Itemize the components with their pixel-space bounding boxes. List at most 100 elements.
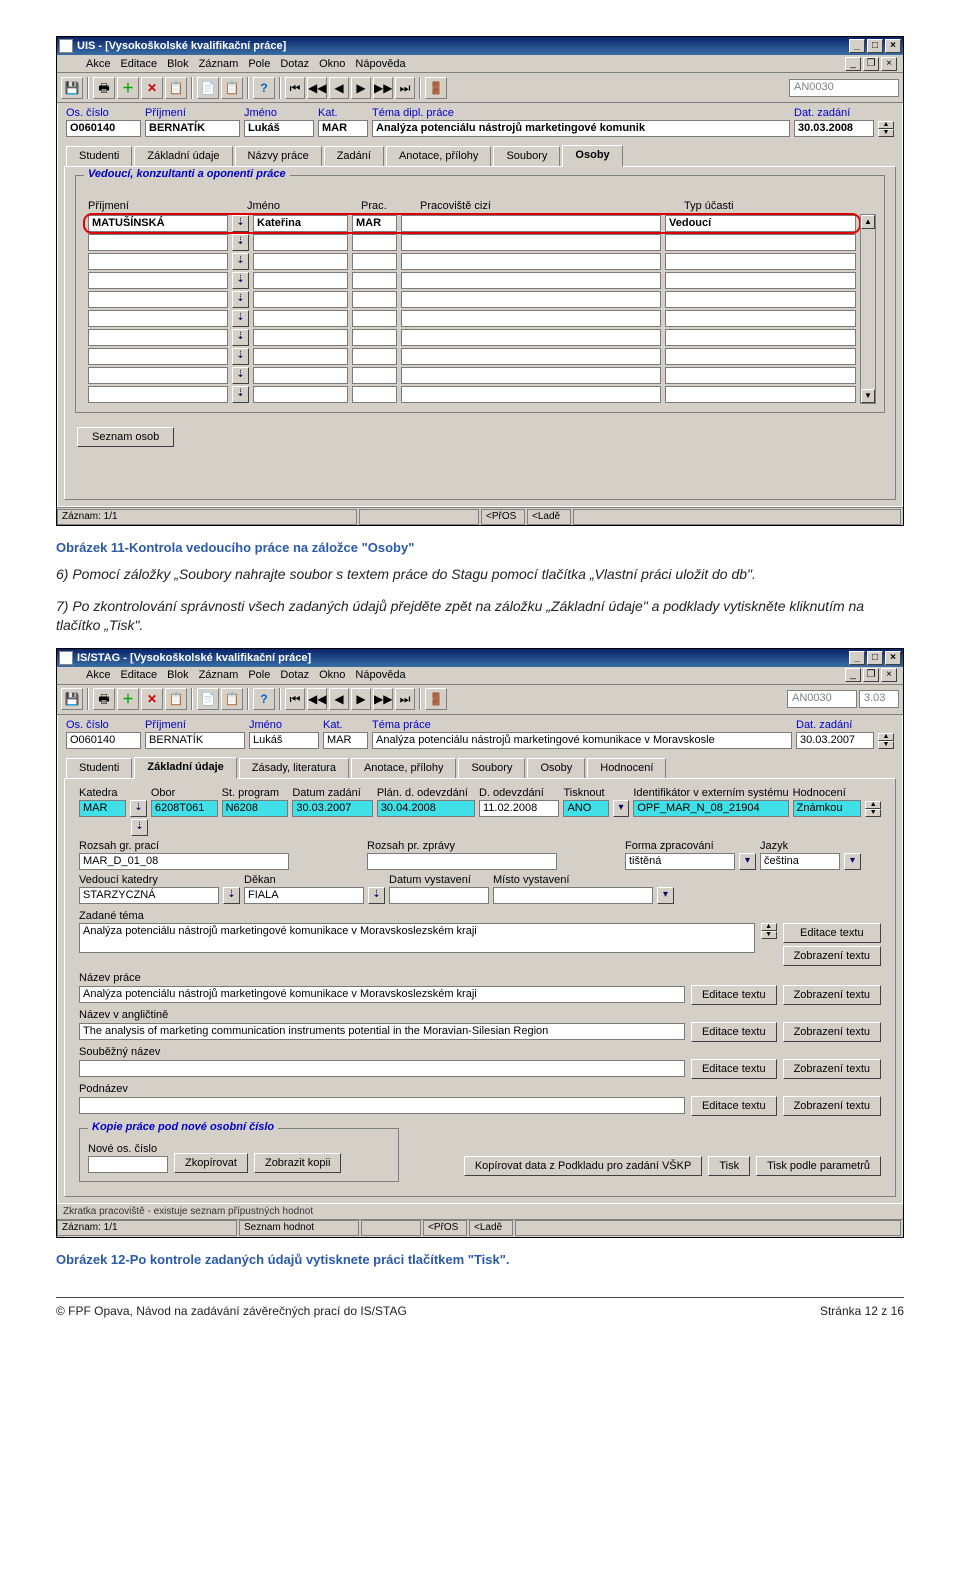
tool-icon[interactable]: 📋 [221, 77, 243, 99]
edit-nazev-en-button[interactable]: Editace textu [691, 1022, 777, 1042]
kopirovat-data-button[interactable]: Kopírovat data z Podkladu pro zadání VŠK… [464, 1156, 702, 1176]
save-icon[interactable]: 💾 [61, 688, 83, 710]
row1-spinner[interactable]: ▲▼ [865, 801, 881, 817]
field-prijmeni[interactable]: BERNATÍK [145, 732, 245, 749]
menu-pole[interactable]: Pole [248, 58, 270, 70]
edit-zadane-button[interactable]: Editace textu [783, 923, 881, 943]
next-icon[interactable]: ▶ [351, 688, 371, 710]
edit-soub-button[interactable]: Editace textu [691, 1059, 777, 1079]
list-icon[interactable]: 📄 [197, 688, 219, 710]
mdi-close[interactable]: × [881, 57, 897, 71]
last-icon[interactable]: ⏭ [395, 77, 415, 99]
lov-icon[interactable]: ⇣ [232, 234, 249, 251]
menu-zaznam[interactable]: Záznam [199, 669, 239, 681]
next-page-icon[interactable]: ▶▶ [373, 77, 393, 99]
cell-typ[interactable]: Vedoucí [665, 215, 856, 232]
lov-vk-icon[interactable]: ⇣ [223, 887, 240, 904]
field-rozsah-gr[interactable]: MAR_D_01_08 [79, 853, 289, 870]
tab-zadani[interactable]: Zadání [324, 146, 384, 166]
menu-blok[interactable]: Blok [167, 58, 188, 70]
exit-icon[interactable]: 🚪 [425, 77, 447, 99]
grid-row-empty[interactable]: ⇣ [84, 252, 860, 271]
prev-page-icon[interactable]: ◀◀ [307, 688, 327, 710]
cell-jmeno[interactable]: Kateřina [253, 215, 348, 232]
edit-nazev-button[interactable]: Editace textu [691, 985, 777, 1005]
field-tema[interactable]: Analýza potenciálu nástrojů marketingové… [372, 732, 792, 749]
menu-napoveda[interactable]: Nápověda [355, 58, 405, 70]
menu-editace[interactable]: Editace [120, 58, 157, 70]
help-icon[interactable]: ? [253, 77, 275, 99]
grid-row-empty[interactable]: ⇣ [84, 366, 860, 385]
mdi-restore[interactable]: ❐ [863, 57, 879, 71]
field-dat[interactable]: 30.03.2007 [796, 732, 874, 749]
field-forma[interactable]: tištěná [625, 853, 735, 870]
field-mv[interactable] [493, 887, 653, 904]
field-jmeno[interactable]: Lukáš [244, 120, 314, 137]
copy-icon[interactable]: 📋 [165, 688, 187, 710]
field-ident[interactable]: OPF_MAR_N_08_21904 [633, 800, 788, 817]
mdi-minimize[interactable]: _ [845, 668, 861, 682]
menu-editace[interactable]: Editace [120, 669, 157, 681]
lov-tisknout-icon[interactable]: ▾ [613, 800, 630, 817]
tab-nazvy[interactable]: Názvy práce [235, 146, 322, 166]
tab-studenti[interactable]: Studenti [66, 146, 132, 166]
menu-zaznam[interactable]: Záznam [199, 58, 239, 70]
first-icon[interactable]: ⏮ [285, 688, 305, 710]
lov-icon[interactable]: ⇣ [232, 329, 249, 346]
field-rozsah-pr[interactable] [367, 853, 557, 870]
view-zadane-button[interactable]: Zobrazení textu [783, 946, 881, 966]
field-tema[interactable]: Analýza potenciálu nástrojů marketingové… [372, 120, 790, 137]
delete-icon[interactable]: ✕ [141, 688, 163, 710]
field-d-odevz[interactable]: 11.02.2008 [479, 800, 559, 817]
menu-akce[interactable]: Akce [86, 669, 110, 681]
lov-jazyk-icon[interactable]: ▾ [844, 853, 861, 870]
field-dekan[interactable]: FIALA [244, 887, 364, 904]
menu-okno[interactable]: Okno [319, 669, 345, 681]
next-page-icon[interactable]: ▶▶ [373, 688, 393, 710]
tab-zakladni[interactable]: Základní údaje [134, 757, 236, 779]
view-nazev-button[interactable]: Zobrazení textu [783, 985, 881, 1005]
prev-icon[interactable]: ◀ [329, 688, 349, 710]
minimize-button[interactable]: _ [849, 651, 865, 665]
field-nove-os[interactable] [88, 1156, 168, 1173]
field-nazev[interactable]: Analýza potenciálu nástrojů marketingové… [79, 986, 685, 1003]
lov-icon[interactable]: ⇣ [232, 386, 249, 403]
tab-zakladni[interactable]: Základní údaje [134, 146, 232, 166]
lov-kat2-icon[interactable]: ⇣ [131, 819, 148, 836]
copy-icon[interactable]: 📋 [165, 77, 187, 99]
tool-icon[interactable]: 📋 [221, 688, 243, 710]
field-plan-odevz[interactable]: 30.04.2008 [377, 800, 475, 817]
tab-hodnoceni[interactable]: Hodnocení [587, 758, 666, 778]
lov-icon[interactable]: ⇣ [232, 272, 249, 289]
maximize-button[interactable]: □ [867, 651, 883, 665]
field-hodnoceni[interactable]: Známkou [793, 800, 862, 817]
list-icon[interactable]: 📄 [197, 77, 219, 99]
field-prog[interactable]: N6208 [222, 800, 289, 817]
close-button[interactable]: × [885, 651, 901, 665]
field-tisknout[interactable]: ANO [563, 800, 608, 817]
last-icon[interactable]: ⏭ [395, 688, 415, 710]
field-vk[interactable]: STARZYCZNÁ [79, 887, 219, 904]
tab-zasady[interactable]: Zásady, literatura [239, 758, 349, 778]
lov-icon[interactable]: ⇣ [232, 348, 249, 365]
mdi-close[interactable]: × [881, 668, 897, 682]
tab-osoby[interactable]: Osoby [562, 145, 622, 167]
field-obor[interactable]: 6208T061 [151, 800, 218, 817]
cell-prijmeni[interactable]: MATUŠÍNSKÁ [88, 215, 228, 232]
print-icon[interactable]: 🖶 [93, 77, 115, 99]
view-soub-button[interactable]: Zobrazení textu [783, 1059, 881, 1079]
zobrazit-kopii-button[interactable]: Zobrazit kopii [254, 1153, 341, 1173]
add-icon[interactable]: ＋ [117, 688, 139, 710]
field-jazyk[interactable]: čeština [760, 853, 840, 870]
tab-studenti[interactable]: Studenti [66, 758, 132, 778]
grid-scrollbar[interactable]: ▲▼ [860, 214, 876, 404]
grid-row-1[interactable]: MATUŠÍNSKÁ ⇣ Kateřina MAR Vedoucí [84, 214, 860, 233]
menu-blok[interactable]: Blok [167, 669, 188, 681]
record-spinner[interactable]: ▲▼ [878, 733, 894, 749]
exit-icon[interactable]: 🚪 [425, 688, 447, 710]
record-spinner[interactable]: ▲▼ [878, 121, 894, 137]
tisk-button[interactable]: Tisk [708, 1156, 750, 1176]
grid-row-empty[interactable]: ⇣ [84, 385, 860, 404]
view-pod-button[interactable]: Zobrazení textu [783, 1096, 881, 1116]
menu-akce[interactable]: Akce [86, 58, 110, 70]
